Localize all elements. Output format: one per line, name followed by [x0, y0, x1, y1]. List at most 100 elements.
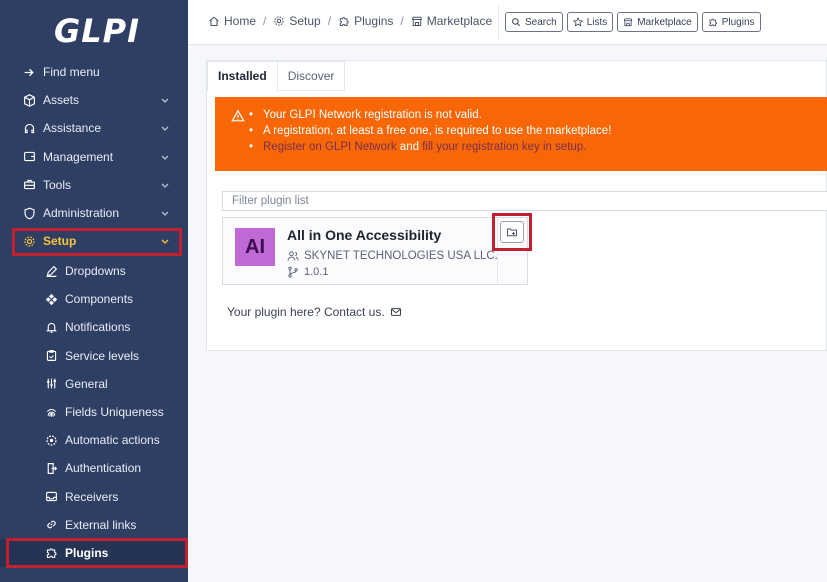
sidebar-item-assets[interactable]: Assets	[0, 86, 188, 114]
sidebar-item-label: Automatic actions	[65, 433, 160, 448]
alert-line: Register on GLPI Network and fill your r…	[249, 139, 611, 155]
chevron-down-icon	[161, 211, 169, 216]
lists-button-label: Lists	[586, 16, 608, 28]
main-menu: Find menu Assets Assistance Management T…	[0, 58, 188, 255]
sidebar-item-fields-uniqueness[interactable]: Fields Uniqueness	[0, 398, 188, 426]
marketplace-button[interactable]: Marketplace	[617, 12, 698, 32]
registration-key-link[interactable]: fill your registration key in setup.	[422, 141, 586, 153]
plugin-author-label: SKYNET TECHNOLOGIES USA LLC.	[304, 250, 498, 262]
filter-plugin-input[interactable]: Filter plugin list	[222, 191, 827, 211]
sidebar-item-components[interactable]: Components	[0, 285, 188, 313]
breadcrumb-marketplace-label: Marketplace	[426, 14, 493, 28]
logo-text: GLPI	[54, 12, 141, 50]
sidebar: GLPI Find menu Assets Assistance Managem…	[0, 0, 188, 582]
sidebar-item-label: Administration	[43, 206, 120, 221]
edit-icon	[44, 264, 58, 278]
envelope-icon	[390, 308, 401, 316]
sidebar-item-label: Assets	[43, 93, 80, 108]
plugin-version-label: 1.0.1	[304, 266, 329, 278]
alert-line: Your GLPI Network registration is not va…	[249, 107, 611, 123]
breadcrumb-separator: /	[263, 14, 267, 28]
sidebar-item-label: Management	[43, 149, 114, 164]
sidebar-item-label: Components	[65, 292, 134, 307]
tab-bar: Installed Discover	[207, 61, 346, 91]
plugin-version: 1.0.1	[287, 266, 328, 278]
plugin-name: All in One Accessibility	[287, 227, 442, 243]
lists-button[interactable]: Lists	[566, 12, 614, 32]
plugins-button[interactable]: Plugins	[701, 12, 761, 32]
puzzle-icon	[339, 17, 349, 26]
toolbar: Search Lists Marketplace Plugins	[505, 12, 761, 32]
git-branch-icon	[288, 266, 298, 278]
sidebar-item-general[interactable]: General	[0, 370, 188, 398]
sidebar-item-assistance[interactable]: Assistance	[0, 114, 188, 142]
sidebar-item-find-menu[interactable]: Find menu	[0, 58, 188, 86]
puzzle-icon	[709, 18, 717, 27]
inbox-icon	[44, 490, 58, 504]
chevron-down-icon	[161, 98, 169, 104]
sidebar-item-label: Dropdowns	[65, 264, 126, 279]
sidebar-item-tools[interactable]: Tools	[0, 171, 188, 199]
shield-icon	[22, 206, 36, 220]
star-icon	[572, 17, 583, 27]
sidebar-item-label: Tools	[43, 177, 72, 192]
breadcrumb-marketplace[interactable]: Marketplace	[411, 14, 492, 28]
search-icon	[512, 18, 521, 27]
plugins-highlight	[6, 538, 188, 568]
sidebar-item-dropdowns[interactable]: Dropdowns	[0, 257, 188, 285]
headset-icon	[22, 121, 36, 135]
tab-discover[interactable]: Discover	[277, 61, 346, 91]
clipboard-icon	[44, 349, 58, 363]
store-icon	[411, 16, 422, 26]
bell-icon	[44, 320, 58, 334]
sidebar-item-label: General	[65, 376, 108, 391]
chevron-down-icon	[161, 183, 169, 188]
alert-line: A registration, at least a free one, is …	[249, 123, 611, 139]
breadcrumb-plugins[interactable]: Plugins	[338, 14, 393, 28]
breadcrumb-separator: /	[400, 14, 404, 28]
sidebar-item-label: Assistance	[43, 121, 102, 136]
search-button[interactable]: Search	[505, 12, 563, 32]
glpi-logo[interactable]: GLPI	[54, 10, 141, 52]
wallet-icon	[22, 150, 36, 164]
plugin-card: AI All in One Accessibility SKYNET TECHN…	[222, 217, 528, 286]
setup-highlight	[12, 228, 182, 256]
sidebar-item-administration[interactable]: Administration	[0, 199, 188, 227]
sidebar-item-external-links[interactable]: External links	[0, 511, 188, 539]
alert-list: Your GLPI Network registration is not va…	[249, 107, 611, 155]
breadcrumb-home[interactable]: Home	[208, 14, 256, 28]
breadcrumb-separator: /	[327, 14, 332, 28]
chevron-down-icon	[161, 126, 169, 132]
sidebar-item-automatic-actions[interactable]: Automatic actions	[0, 426, 188, 454]
sidebar-item-receivers[interactable]: Receivers	[0, 483, 188, 511]
home-icon	[209, 16, 219, 27]
plugin-author: SKYNET TECHNOLOGIES USA LLC.	[287, 250, 498, 262]
contact-us[interactable]: Your plugin here? Contact us.	[227, 305, 402, 319]
briefcase-icon	[22, 178, 36, 192]
login-icon	[44, 461, 58, 475]
marketplace-card: Installed Discover Your GLPI Network reg…	[206, 60, 827, 351]
tab-installed[interactable]: Installed	[207, 61, 278, 91]
box-icon	[22, 93, 36, 107]
plugins-button-label: Plugins	[721, 16, 755, 28]
sidebar-item-notifications[interactable]: Notifications	[0, 313, 188, 341]
breadcrumb: Home / Setup / Plugins / Marketplace	[208, 14, 492, 28]
top-bar: Home / Setup / Plugins / Marketplace Sea…	[188, 0, 827, 45]
registration-alert: Your GLPI Network registration is not va…	[215, 97, 827, 171]
breadcrumb-setup[interactable]: Setup	[273, 14, 321, 28]
marketplace-button-label: Marketplace	[637, 16, 692, 28]
sidebar-item-management[interactable]: Management	[0, 143, 188, 171]
register-link[interactable]: Register on GLPI Network	[263, 141, 397, 153]
chevron-down-icon	[161, 155, 169, 160]
components-icon	[44, 292, 58, 306]
store-icon	[623, 18, 633, 27]
sidebar-item-service-levels[interactable]: Service levels	[0, 342, 188, 370]
sidebar-item-label: Authentication	[65, 461, 142, 476]
sidebar-item-label: Find menu	[43, 65, 100, 80]
breadcrumb-plugins-label: Plugins	[354, 14, 394, 28]
sidebar-item-authentication[interactable]: Authentication	[0, 454, 188, 482]
sidebar-item-label: Fields Uniqueness	[65, 405, 164, 420]
sidebar-item-label: Notifications	[65, 320, 131, 335]
install-highlight	[492, 213, 532, 251]
users-icon	[287, 251, 299, 261]
